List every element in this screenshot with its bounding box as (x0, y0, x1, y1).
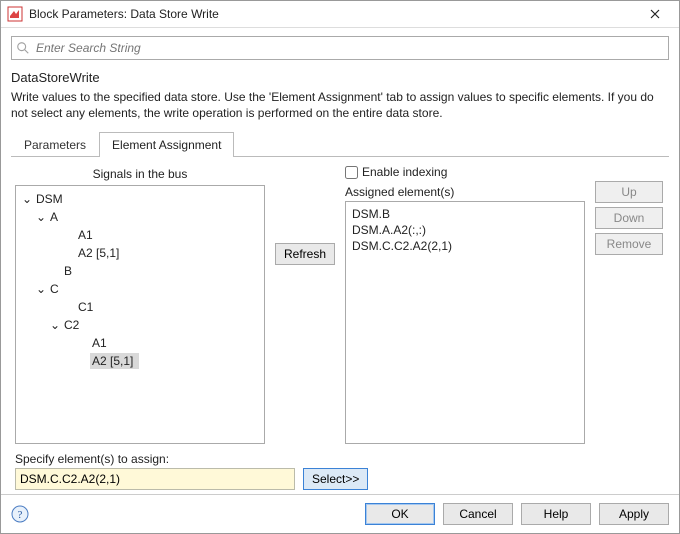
apply-button[interactable]: Apply (599, 503, 669, 525)
search-input[interactable] (34, 40, 664, 56)
window-title: Block Parameters: Data Store Write (29, 7, 637, 21)
cancel-button[interactable]: Cancel (443, 503, 513, 525)
block-description: Write values to the specified data store… (11, 89, 669, 121)
chevron-down-icon[interactable]: ⌄ (20, 192, 34, 206)
tree-node-b[interactable]: B (18, 262, 262, 280)
ok-button[interactable]: OK (365, 503, 435, 525)
signals-heading: Signals in the bus (15, 163, 265, 185)
dialog-block-parameters: Block Parameters: Data Store Write DataS… (0, 0, 680, 534)
list-item[interactable]: DSM.C.C2.A2(2,1) (352, 238, 578, 254)
assigned-elements-list[interactable]: DSM.B DSM.A.A2(:,:) DSM.C.C2.A2(2,1) (345, 201, 585, 444)
tree-node-c2[interactable]: ⌄C2 (18, 316, 262, 334)
chevron-down-icon[interactable]: ⌄ (34, 210, 48, 224)
block-name: DataStoreWrite (11, 70, 669, 85)
list-item[interactable]: DSM.B (352, 206, 578, 222)
tree-node-c2-a2[interactable]: A2 [5,1] (18, 352, 262, 370)
search-field-wrapper (11, 36, 669, 60)
tree-node-c1[interactable]: C1 (18, 298, 262, 316)
assigned-panel: Enable indexing Assigned element(s) DSM.… (345, 163, 585, 444)
help-icon[interactable]: ? (11, 505, 29, 523)
remove-button[interactable]: Remove (595, 233, 663, 255)
specify-input[interactable] (15, 468, 295, 490)
tree-node-a[interactable]: ⌄A (18, 208, 262, 226)
tab-parameters[interactable]: Parameters (11, 132, 99, 157)
titlebar: Block Parameters: Data Store Write (1, 1, 679, 28)
app-icon (7, 6, 23, 22)
search-icon (16, 41, 30, 55)
assigned-elements-label: Assigned element(s) (345, 183, 585, 201)
up-button[interactable]: Up (595, 181, 663, 203)
chevron-down-icon[interactable]: ⌄ (48, 318, 62, 332)
down-button[interactable]: Down (595, 207, 663, 229)
svg-text:?: ? (18, 509, 23, 521)
enable-indexing-row[interactable]: Enable indexing (345, 163, 585, 183)
refresh-button[interactable]: Refresh (275, 243, 335, 265)
tree-node-a2[interactable]: A2 [5,1] (18, 244, 262, 262)
content-area: DataStoreWrite Write values to the speci… (1, 28, 679, 494)
chevron-down-icon[interactable]: ⌄ (34, 282, 48, 296)
signals-panel: Signals in the bus ⌄DSM ⌄A A1 A2 [5,1] B… (15, 163, 265, 444)
tree-node-dsm[interactable]: ⌄DSM (18, 190, 262, 208)
help-button[interactable]: Help (521, 503, 591, 525)
footer-bar: ? OK Cancel Help Apply (1, 494, 679, 533)
tab-body: Signals in the bus ⌄DSM ⌄A A1 A2 [5,1] B… (11, 157, 669, 494)
tree-node-c2-a1[interactable]: A1 (18, 334, 262, 352)
specify-label: Specify element(s) to assign: (15, 452, 295, 466)
enable-indexing-checkbox[interactable] (345, 166, 358, 179)
tree-node-c[interactable]: ⌄C (18, 280, 262, 298)
list-item[interactable]: DSM.A.A2(:,:) (352, 222, 578, 238)
signals-tree[interactable]: ⌄DSM ⌄A A1 A2 [5,1] B ⌄C C1 ⌄C2 A1 A2 [5… (15, 185, 265, 444)
enable-indexing-label: Enable indexing (362, 165, 447, 179)
tree-node-a1[interactable]: A1 (18, 226, 262, 244)
tab-bar: Parameters Element Assignment (11, 131, 669, 157)
select-button[interactable]: Select>> (303, 468, 368, 490)
close-button[interactable] (637, 2, 673, 26)
tab-element-assignment[interactable]: Element Assignment (99, 132, 234, 157)
assigned-buttons: Up Down Remove (595, 163, 665, 444)
specify-row: Specify element(s) to assign: Select>> (15, 452, 665, 490)
